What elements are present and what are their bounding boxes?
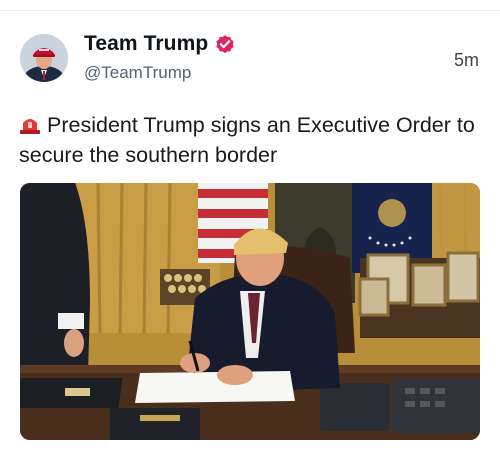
post-text: President Trump signs an Executive Order… bbox=[19, 113, 475, 167]
verified-badge-icon bbox=[214, 33, 236, 55]
author-row: Team Trump bbox=[84, 32, 236, 56]
police-siren-icon bbox=[19, 112, 41, 134]
avatar[interactable] bbox=[20, 34, 68, 82]
avatar-image bbox=[20, 34, 68, 82]
post-image[interactable] bbox=[20, 183, 480, 440]
top-divider bbox=[0, 10, 500, 11]
post-timestamp[interactable]: 5m bbox=[454, 50, 479, 71]
post-text-container: President Trump signs an Executive Order… bbox=[19, 110, 489, 170]
oval-office-photo bbox=[20, 183, 480, 440]
author-name[interactable]: Team Trump bbox=[84, 32, 208, 56]
author-handle[interactable]: @TeamTrump bbox=[84, 63, 191, 83]
